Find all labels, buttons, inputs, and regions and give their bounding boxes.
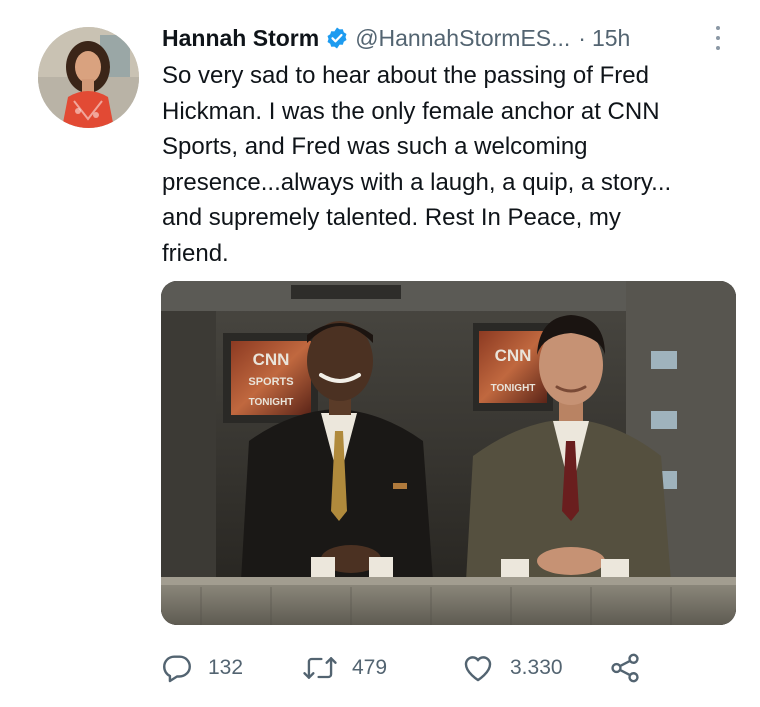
- avatar[interactable]: [38, 27, 139, 128]
- tweet-text-line: friend.: [162, 239, 229, 267]
- retweet-count: 479: [352, 656, 388, 679]
- screen-left-tonight: TONIGHT: [249, 397, 294, 408]
- separator-dot: ·: [578, 24, 586, 51]
- share-button[interactable]: [608, 648, 642, 688]
- reply-count: 132: [208, 656, 244, 679]
- author-handle[interactable]: @HannahStormES...: [355, 25, 570, 52]
- author-name[interactable]: Hannah Storm: [162, 25, 319, 52]
- tweet-text-line: and supremely talented. Rest In Peace, m…: [162, 204, 621, 231]
- more-options-icon[interactable]: [708, 24, 728, 52]
- tweet-actions: 132 479 3.330: [160, 648, 660, 688]
- screen-left-sports: SPORTS: [248, 376, 293, 388]
- retweet-icon: [302, 651, 338, 685]
- heart-icon: [460, 651, 496, 685]
- like-count: 3.330: [510, 656, 563, 679]
- tweet-timestamp[interactable]: 15h: [592, 25, 630, 52]
- news-desk-photo: CNN SPORTS TONIGHT CNN TONIGHT: [161, 281, 736, 625]
- tweet-text-line: Sports, and Fred was such a welcoming: [162, 133, 588, 160]
- reply-icon: [160, 651, 194, 685]
- screen-left-cnn: CNN: [253, 350, 290, 369]
- screen-right-cnn: CNN: [495, 346, 532, 365]
- tweet-text-line: Hickman. I was the only female anchor at…: [162, 97, 660, 125]
- tweet-text-line: presence...always with a laugh, a quip, …: [162, 168, 672, 196]
- avatar-image: [38, 27, 139, 128]
- like-button[interactable]: 3.330: [460, 648, 563, 688]
- verified-badge-icon: [325, 26, 349, 50]
- reply-button[interactable]: 132: [160, 648, 243, 688]
- tweet-photo[interactable]: CNN SPORTS TONIGHT CNN TONIGHT: [161, 281, 736, 625]
- screen-right-tonight: TONIGHT: [491, 383, 536, 394]
- tweet-text-line: So very sad to hear about the passing of…: [162, 62, 649, 89]
- tweet-header: Hannah Storm @HannahStormES... · 15h: [162, 21, 630, 55]
- share-icon: [608, 651, 642, 685]
- retweet-button[interactable]: 479: [302, 648, 387, 688]
- tweet-text: So very sad to hear about the passing of…: [162, 58, 742, 271]
